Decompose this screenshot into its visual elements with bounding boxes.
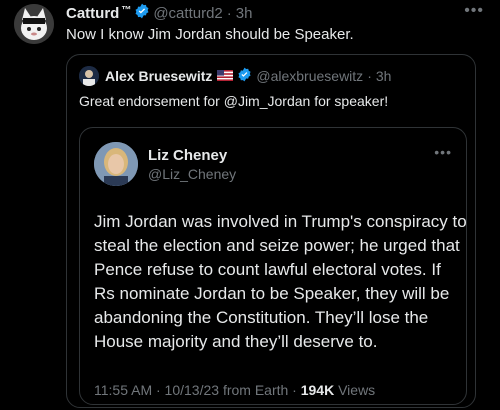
embedded-text-line: Pence refuse to count lawful electoral v… bbox=[94, 260, 441, 279]
embedded-text-line: Rs nominate Jordan to be Speaker, they w… bbox=[94, 284, 450, 303]
tweet-text: Now I know Jim Jordan should be Speaker. bbox=[66, 26, 354, 43]
embedded-text-line: abandoning the Constitution. They’ll los… bbox=[94, 308, 429, 327]
embedded-author-name[interactable]: Liz Cheney bbox=[148, 147, 227, 164]
trademark-mark: ™ bbox=[121, 4, 132, 16]
views-count: 194K bbox=[300, 382, 335, 398]
tweet-header: Catturd ™ @catturd2 · 3h bbox=[66, 3, 253, 23]
separator-dot: · bbox=[226, 4, 232, 22]
embedded-tweet-text: Jim Jordan was involved in Trump's consp… bbox=[94, 210, 467, 354]
embedded-tweet[interactable]: Liz Cheney @Liz_Cheney ••• Jim Jordan wa… bbox=[79, 127, 467, 405]
embedded-text-line: House majority and they’ll deserve to. bbox=[94, 332, 378, 351]
more-options-icon[interactable]: ••• bbox=[464, 2, 484, 20]
quoted-tweet[interactable]: Alex Bruesewitz @alexbruesewitz · 3h Gre… bbox=[66, 54, 476, 408]
quoted-verified-badge-icon bbox=[237, 67, 252, 85]
quoted-tweet-text: Great endorsement for @Jim_Jordan for sp… bbox=[79, 93, 389, 109]
quoted-author-handle[interactable]: @alexbruesewitz bbox=[256, 68, 363, 84]
alex-avatar[interactable] bbox=[79, 66, 99, 86]
author-handle[interactable]: @catturd2 bbox=[153, 5, 222, 22]
catturd-avatar[interactable] bbox=[14, 4, 54, 44]
verified-badge-icon bbox=[134, 3, 150, 23]
quoted-tweet-header: Alex Bruesewitz @alexbruesewitz · 3h bbox=[79, 66, 391, 86]
embedded-tweet-meta: 11:55 AM · 10/13/23 from Earth · 194K Vi… bbox=[94, 382, 375, 398]
embedded-text-line: steal the election and seize power; he u… bbox=[94, 236, 460, 255]
us-flag-icon bbox=[217, 68, 234, 84]
views-label: Views bbox=[334, 382, 376, 398]
embedded-timestamp[interactable]: 11:55 AM · 10/13/23 from Earth · bbox=[94, 382, 301, 398]
quoted-tweet-time[interactable]: 3h bbox=[376, 68, 392, 84]
author-name[interactable]: Catturd bbox=[66, 5, 119, 22]
tweet-time[interactable]: 3h bbox=[236, 5, 253, 22]
embedded-author-handle[interactable]: @Liz_Cheney bbox=[148, 166, 236, 182]
quoted-author-name[interactable]: Alex Bruesewitz bbox=[105, 68, 212, 84]
embedded-text-line: Jim Jordan was involved in Trump's consp… bbox=[94, 212, 467, 231]
tweet: Catturd ™ @catturd2 · 3h ••• Now I know … bbox=[0, 0, 500, 410]
embedded-more-options-icon[interactable]: ••• bbox=[434, 144, 452, 160]
liz-cheney-avatar[interactable] bbox=[94, 142, 138, 186]
quoted-separator-dot: · bbox=[367, 68, 372, 84]
